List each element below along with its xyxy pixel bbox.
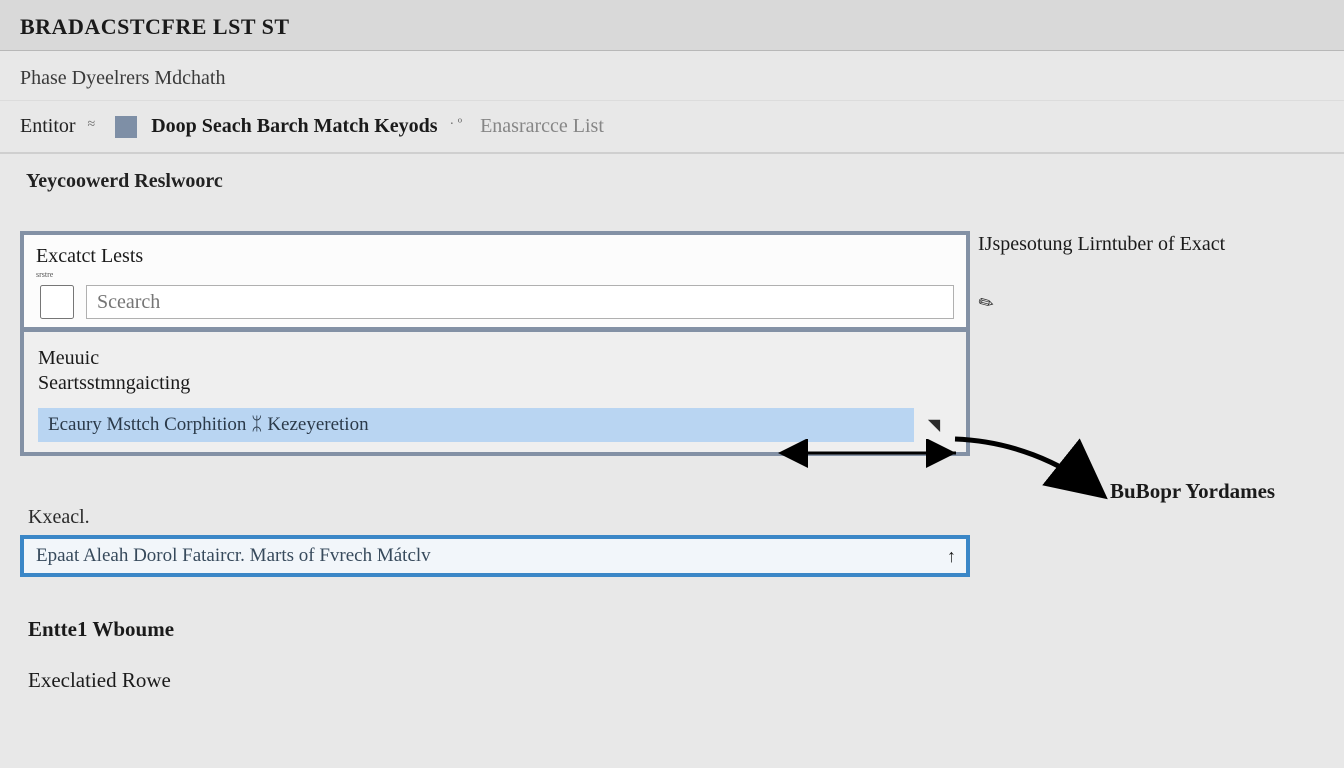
section-heading: Yeycoowerd Reslwoorc	[0, 154, 1344, 201]
selected-match-panel[interactable]: Epaat Aleah Dorol Fataircr. Marts of Fvr…	[20, 535, 970, 577]
panel1-sublabel: srstre	[36, 270, 954, 279]
panel1-title: Excatct Lests	[36, 245, 954, 268]
checkbox-input[interactable]	[36, 285, 78, 319]
separator-icon: · º	[450, 117, 463, 133]
chevron-down-icon[interactable]: ◥	[914, 415, 954, 435]
sub-heading: Phase Dyeelrers Mdchath	[0, 51, 1344, 101]
toolbar-prefix: Entitor	[20, 115, 76, 138]
toolbar-secondary-label: Enasrarcce List	[480, 115, 604, 138]
panel3-label: Kxeacl.	[28, 506, 1324, 529]
toolbar: Entitor ≈ Doop Seach Barch Match Keyods …	[0, 101, 1344, 154]
top-bar: BRADACSTCFRE LST ST	[0, 0, 1344, 51]
exact-lists-panel: Excatct Lests srstre ✎	[20, 231, 970, 331]
square-icon	[115, 116, 137, 138]
app-title: BRADACSTCFRE LST ST	[20, 14, 1324, 40]
footer-labels: Entte1 Wboume Execlatied Rowe	[20, 617, 1324, 693]
arrow-curve-icon	[950, 431, 1120, 511]
search-input[interactable]	[86, 285, 954, 319]
panel2-title-line2: Seartsstmngaicting	[38, 372, 190, 394]
panel-area: Excatct Lests srstre ✎ Meuuic Seartsstmn…	[0, 201, 1344, 693]
panel2-title: Meuuic Seartsstmngaicting	[38, 346, 954, 396]
separator-icon: ≈	[88, 117, 96, 133]
panel3-text: Epaat Aleah Dorol Fataircr. Marts of Fvr…	[36, 545, 431, 567]
side-label-2: BuBopr Yordames	[1110, 479, 1275, 504]
toolbar-main-label: Doop Seach Barch Match Keyods	[151, 115, 437, 138]
pencil-icon[interactable]: ✎	[975, 291, 999, 317]
panel2-title-line1: Meuuic	[38, 347, 99, 369]
footer-line-2: Execlatied Rowe	[28, 668, 1324, 693]
match-panel: Meuuic Seartsstmngaicting Ecaury Msttch …	[20, 329, 970, 456]
highlighted-option[interactable]: Ecaury Msttch Corphition ᛯ Kezeyeretion	[38, 408, 914, 442]
arrow-left-icon	[776, 439, 966, 479]
footer-line-1: Entte1 Wboume	[28, 617, 1324, 642]
arrow-up-icon[interactable]: ↑	[947, 546, 956, 567]
side-note-label: IJspesotung Lirntuber of Exact	[978, 233, 1225, 256]
